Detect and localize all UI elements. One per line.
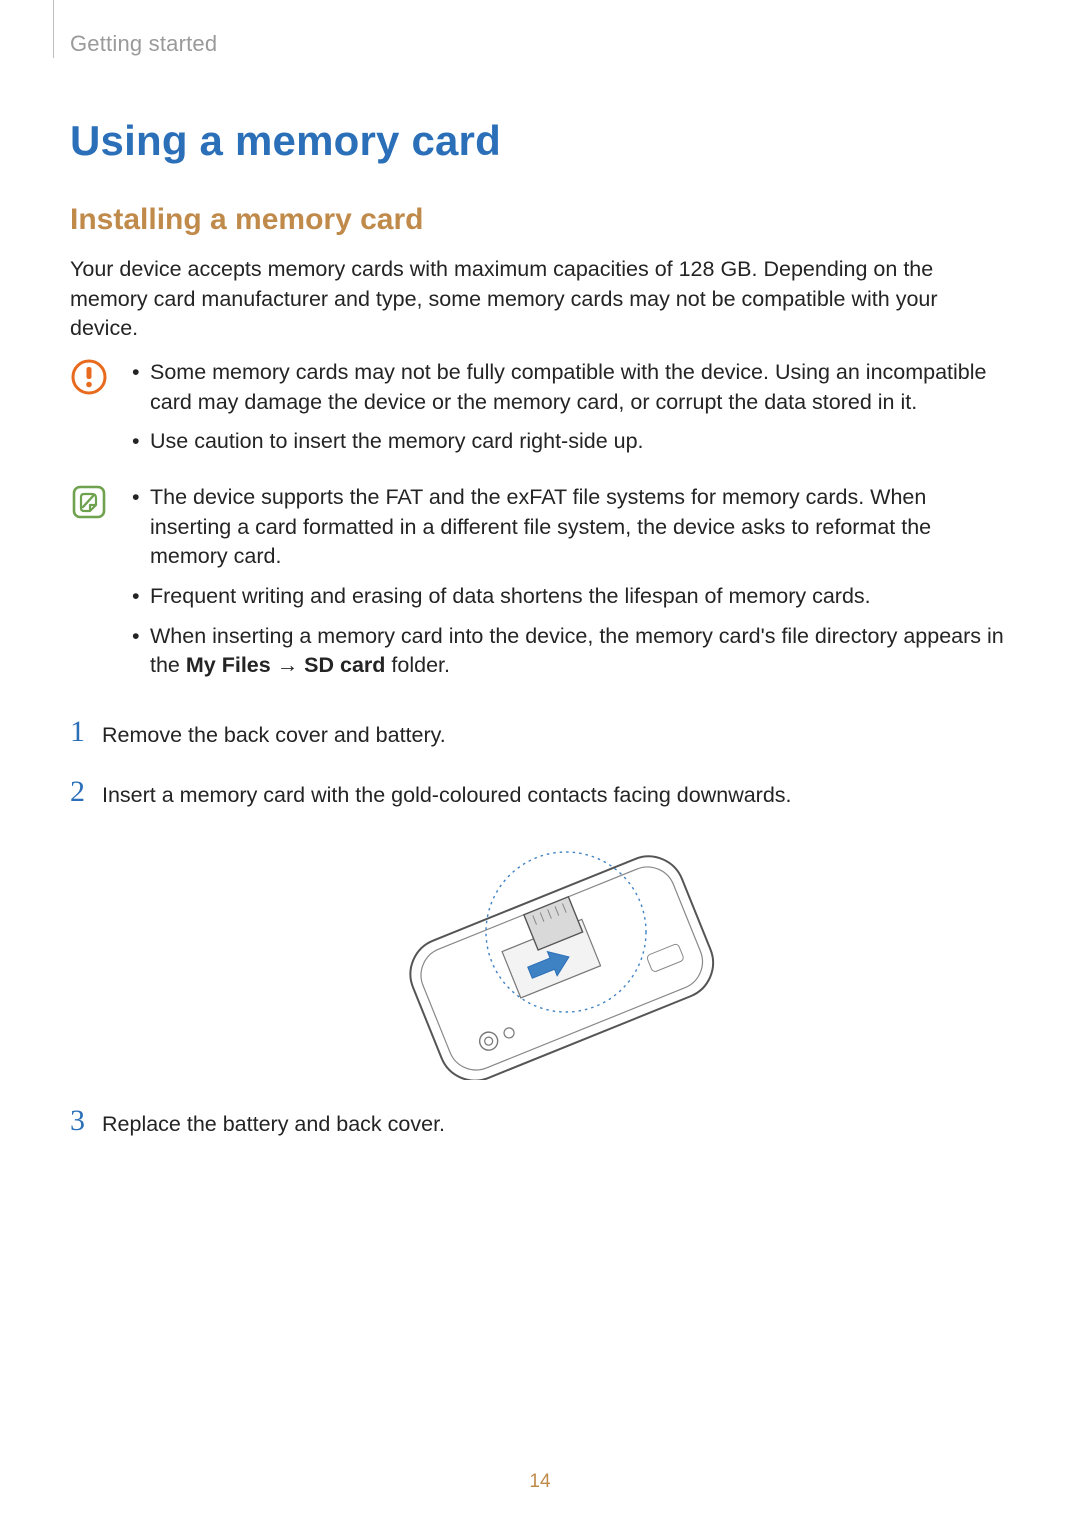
step-text: Insert a memory card with the gold-colou… <box>102 779 1010 811</box>
intro-paragraph: Your device accepts memory cards with ma… <box>70 255 1010 344</box>
page-number: 14 <box>0 1471 1080 1493</box>
page-title: Using a memory card <box>70 117 1010 165</box>
page: Getting started Using a memory card Inst… <box>0 0 1080 1527</box>
step-3: 3 Replace the battery and back cover. <box>70 1108 1010 1140</box>
callout-note-item: The device supports the FAT and the exFA… <box>124 483 1010 572</box>
warning-icon <box>70 358 118 396</box>
callout-note-item: When inserting a memory card into the de… <box>124 622 1010 681</box>
step-1: 1 Remove the back cover and battery. <box>70 719 1010 751</box>
note-arrow: → <box>271 653 304 677</box>
note-bold: My Files <box>186 653 271 677</box>
note-text: folder. <box>385 653 450 677</box>
step-number: 2 <box>70 777 102 807</box>
callout-note: The device supports the FAT and the exFA… <box>70 483 1010 691</box>
step-text: Remove the back cover and battery. <box>102 719 1010 751</box>
callout-warning: Some memory cards may not be fully compa… <box>70 358 1010 467</box>
subheading: Installing a memory card <box>70 203 1010 237</box>
note-bold: SD card <box>304 653 385 677</box>
callout-warning-item: Use caution to insert the memory card ri… <box>124 427 1010 457</box>
step-number: 1 <box>70 717 102 747</box>
callout-warning-body: Some memory cards may not be fully compa… <box>124 358 1010 467</box>
side-rule <box>53 0 54 58</box>
callout-note-body: The device supports the FAT and the exFA… <box>124 483 1010 691</box>
step-number: 3 <box>70 1106 102 1136</box>
insert-card-diagram <box>70 840 1010 1080</box>
callout-warning-item: Some memory cards may not be fully compa… <box>124 358 1010 417</box>
step-text: Replace the battery and back cover. <box>102 1108 1010 1140</box>
note-icon <box>70 483 118 521</box>
step-2: 2 Insert a memory card with the gold-col… <box>70 779 1010 811</box>
section-header: Getting started <box>70 31 1010 57</box>
callout-note-item: Frequent writing and erasing of data sho… <box>124 582 1010 612</box>
